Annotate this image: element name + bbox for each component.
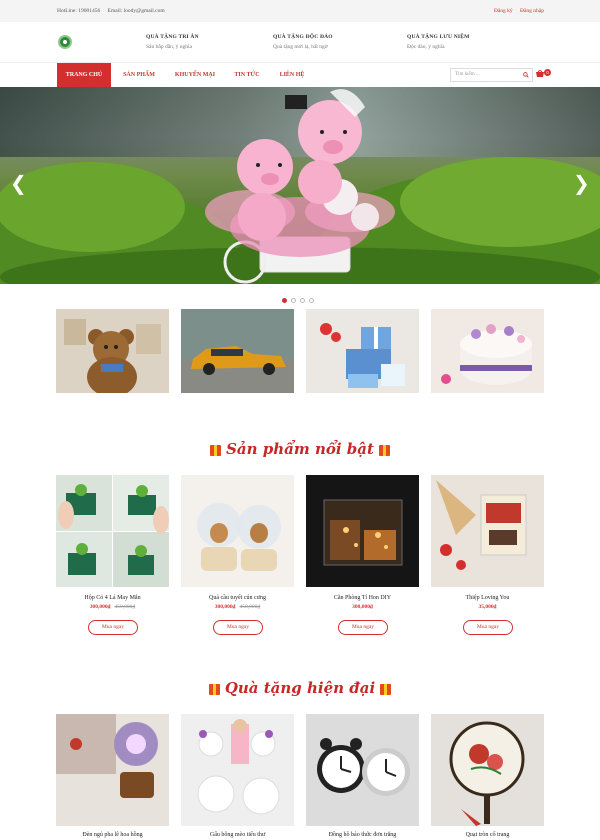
- price-current: 35,000₫: [478, 604, 497, 610]
- category-tile-teddy[interactable]: [56, 309, 169, 393]
- buy-now-button[interactable]: Mua ngay: [213, 620, 263, 635]
- teddy-bear-image: [56, 309, 169, 393]
- product-price: 300,000₫ 450,000₫: [56, 604, 169, 610]
- search-placeholder: Tìm kiếm ...: [455, 72, 480, 77]
- top-bar: HotLine: 19001456 Email: loody@gmail.com…: [0, 0, 600, 22]
- category-tile-car[interactable]: [181, 309, 294, 393]
- nav-home[interactable]: TRANG CHỦ: [57, 63, 111, 87]
- diy-room-image: [306, 475, 419, 587]
- product-name[interactable]: Hộp Cỏ 4 Lá May Mắn: [56, 595, 169, 601]
- slider-dot[interactable]: [309, 298, 314, 303]
- header: QUÀ TẶNG TRI ÂN Sâu bắp dẫn, ý nghĩa QUÀ…: [0, 22, 600, 62]
- feature-subtitle: Sâu bắp dẫn, ý nghĩa: [146, 44, 192, 50]
- email-text: Email: loody@gmail.com: [107, 8, 165, 14]
- buy-now-button[interactable]: Mua ngay: [463, 620, 513, 635]
- slider-prev-icon[interactable]: ❮: [10, 171, 27, 195]
- slider-dot[interactable]: [291, 298, 296, 303]
- feature-subtitle: Độc đáo, ý nghĩa: [407, 44, 445, 50]
- nav-promotions[interactable]: KHUYẾN MẠI: [167, 63, 223, 87]
- main-nav: TRANG CHỦ SẢN PHẨM KHUYẾN MẠI TIN TỨC LI…: [0, 62, 600, 87]
- alarm-clock-image: [306, 714, 419, 826]
- hotline-text: HotLine: 19001456: [57, 8, 101, 14]
- product-name[interactable]: Gấu bông mèo tiểu thư: [181, 832, 294, 838]
- login-link[interactable]: Đăng nhập: [520, 8, 544, 14]
- slider-next-icon[interactable]: ❯: [573, 171, 590, 195]
- feature-thanks: QUÀ TẶNG TRI ÂN Sâu bắp dẫn, ý nghĩa: [146, 34, 199, 50]
- product-name[interactable]: Căn Phòng Tí Hon DIY: [306, 595, 419, 601]
- toy-car-image: [181, 309, 294, 393]
- register-link[interactable]: Đăng ký: [494, 8, 513, 14]
- product-image[interactable]: [56, 475, 169, 587]
- site-logo[interactable]: [58, 35, 72, 49]
- crystal-lamp-image: [56, 714, 169, 826]
- feature-title: QUÀ TẶNG ĐỘC ĐÁO: [273, 34, 333, 40]
- product-image[interactable]: [306, 714, 419, 826]
- feature-unique: QUÀ TẶNG ĐỘC ĐÁO Quà tặng mới lạ, bất ng…: [273, 34, 333, 50]
- hero-image: [0, 89, 600, 284]
- product-price: 300,000₫ 450,000₫: [181, 604, 294, 610]
- slider-dots: [282, 290, 318, 308]
- modern-section-title: Quà tặng hiện đại: [0, 679, 600, 697]
- nav-contact[interactable]: LIÊN HỆ: [271, 63, 313, 87]
- product-name[interactable]: Đèn ngủ pha lê hoa hồng: [56, 832, 169, 838]
- search-icon[interactable]: [523, 72, 529, 78]
- product-image[interactable]: [431, 714, 544, 826]
- modern-title-text: Quà tặng hiện đại: [224, 679, 376, 697]
- featured-section-title: Sản phẩm nổi bật: [0, 440, 600, 458]
- product-name[interactable]: Thiệp Loving You: [431, 595, 544, 601]
- feature-title: QUÀ TẶNG LƯU NIỆM: [407, 34, 470, 40]
- category-tile-cake[interactable]: [431, 309, 544, 393]
- nav-news[interactable]: TIN TỨC: [226, 63, 268, 87]
- product-image[interactable]: [306, 475, 419, 587]
- hero-slider[interactable]: ❮ ❯: [0, 87, 600, 284]
- price-old: 450,000₫: [239, 604, 261, 610]
- gift-boxes-image: [306, 309, 419, 393]
- buy-now-button[interactable]: Mua ngay: [88, 620, 138, 635]
- product-price: 35,000₫: [431, 604, 544, 610]
- snow-globe-image: [181, 475, 294, 587]
- gift-icon: [378, 444, 390, 456]
- price-current: 300,000₫: [214, 604, 236, 610]
- buy-now-button[interactable]: Mua ngay: [338, 620, 388, 635]
- round-fan-image: [431, 714, 544, 826]
- product-name[interactable]: Đồng hồ báo thức đơn trắng: [306, 832, 419, 838]
- product-name[interactable]: Quả cầu tuyết cún cưng: [181, 595, 294, 601]
- cart-count-badge: 0: [544, 69, 551, 76]
- product-image[interactable]: [431, 475, 544, 587]
- category-tile-gift-box[interactable]: [306, 309, 419, 393]
- feature-title: QUÀ TẶNG TRI ÂN: [146, 34, 199, 40]
- feature-subtitle: Quà tặng mới lạ, bất ngờ: [273, 44, 328, 50]
- gift-icon: [380, 683, 392, 695]
- cat-plush-image: [181, 714, 294, 826]
- feature-souvenir: QUÀ TẶNG LƯU NIỆM Độc đáo, ý nghĩa: [407, 34, 470, 50]
- nav-products[interactable]: SẢN PHẨM: [114, 63, 164, 87]
- cake-image: [431, 309, 544, 393]
- search-input[interactable]: Tìm kiếm ...: [450, 68, 533, 82]
- product-name[interactable]: Quạt tròn cổ trang: [431, 832, 544, 838]
- slider-dot[interactable]: [300, 298, 305, 303]
- loving-you-card-image: [431, 475, 544, 587]
- product-image[interactable]: [181, 475, 294, 587]
- clover-box-image: [56, 475, 169, 587]
- product-image[interactable]: [181, 714, 294, 826]
- price-current: 300,000₫: [352, 604, 373, 610]
- gift-icon: [210, 444, 222, 456]
- price-current: 300,000₫: [89, 604, 111, 610]
- product-image[interactable]: [56, 714, 169, 826]
- slider-dot[interactable]: [282, 298, 287, 303]
- gift-icon: [208, 683, 220, 695]
- featured-title-text: Sản phẩm nổi bật: [226, 440, 374, 458]
- price-old: 450,000₫: [114, 604, 136, 610]
- product-price: 300,000₫: [306, 604, 419, 610]
